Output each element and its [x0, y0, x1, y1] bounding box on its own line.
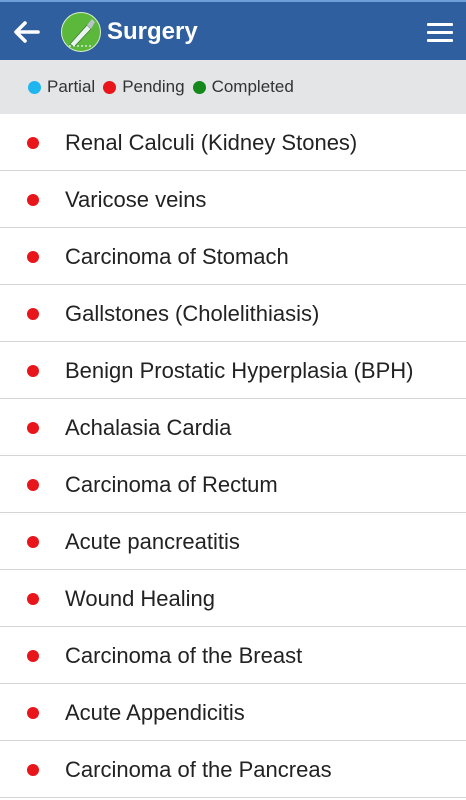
legend-label: Pending [122, 77, 185, 96]
list-item-label: Acute pancreatitis [65, 529, 240, 554]
list-item-label: Carcinoma of the Pancreas [65, 757, 332, 782]
list-item[interactable]: Carcinoma of the Breast [0, 627, 466, 684]
arrow-left-icon [14, 21, 40, 43]
status-dot-icon [27, 536, 39, 548]
list-item[interactable]: Acute pancreatitis [0, 513, 466, 570]
legend-item-completed: Completed [192, 77, 294, 97]
list-item[interactable]: Carcinoma of Stomach [0, 228, 466, 285]
list-item[interactable]: Benign Prostatic Hyperplasia (BPH) [0, 342, 466, 399]
hamburger-menu-icon-line [427, 31, 453, 34]
status-dot-icon [27, 422, 39, 434]
list-item-label: Achalasia Cardia [65, 415, 232, 440]
status-dot-icon [27, 593, 39, 605]
status-dot-icon [27, 308, 39, 320]
status-dot-icon [27, 707, 39, 719]
list-item-label: Carcinoma of the Breast [65, 643, 303, 668]
list-item[interactable]: Varicose veins [0, 171, 466, 228]
list-item-label: Renal Calculi (Kidney Stones) [65, 130, 358, 155]
back-button[interactable] [10, 15, 44, 49]
topic-list: Renal Calculi (Kidney Stones) Varicose ve… [0, 114, 466, 798]
status-dot-icon [27, 251, 39, 263]
status-dot-icon [103, 80, 117, 94]
legend-label: Partial [47, 77, 96, 96]
list-item[interactable]: Gallstones (Cholelithiasis) [0, 285, 466, 342]
list-item-label: Varicose veins [65, 187, 207, 212]
legend-item-pending: Pending [103, 77, 185, 97]
list-item-label: Wound Healing [65, 586, 216, 611]
status-dot-icon [27, 137, 39, 149]
list-item[interactable]: Wound Healing [0, 570, 466, 627]
top-app-bar: Surgery [0, 0, 466, 60]
status-legend: Partial Pending Completed [0, 60, 466, 114]
status-dot-icon [192, 80, 206, 94]
status-dot-icon [27, 764, 39, 776]
list-item[interactable]: Achalasia Cardia [0, 399, 466, 456]
menu-button[interactable] [424, 17, 456, 49]
list-item-label: Carcinoma of Stomach [65, 244, 289, 269]
scalpel-icon [69, 19, 95, 48]
hamburger-menu-icon-line [427, 39, 453, 42]
app-logo [61, 12, 101, 52]
status-dot-icon [27, 479, 39, 491]
status-dot-icon [28, 80, 41, 94]
list-item-label: Acute Appendicitis [65, 700, 245, 725]
app-screen: Surgery Partial Pending Completed Renal Ca… [0, 0, 466, 800]
status-dot-icon [27, 650, 39, 662]
legend-label: Completed [211, 77, 294, 96]
list-item[interactable]: Renal Calculi (Kidney Stones) [0, 114, 466, 171]
status-dot-icon [27, 194, 39, 206]
list-item-label: Gallstones (Cholelithiasis) [65, 301, 320, 326]
legend-item-partial: Partial [28, 77, 95, 97]
page-title: Surgery [107, 18, 198, 45]
list-item[interactable]: Acute Appendicitis [0, 684, 466, 741]
list-item[interactable]: Carcinoma of the Pancreas [0, 741, 466, 798]
list-item[interactable]: Carcinoma of Rectum [0, 456, 466, 513]
hamburger-menu-icon [427, 23, 453, 26]
list-item-label: Carcinoma of Rectum [65, 472, 278, 497]
status-dot-icon [27, 365, 39, 377]
list-item-label: Benign Prostatic Hyperplasia (BPH) [65, 358, 414, 383]
